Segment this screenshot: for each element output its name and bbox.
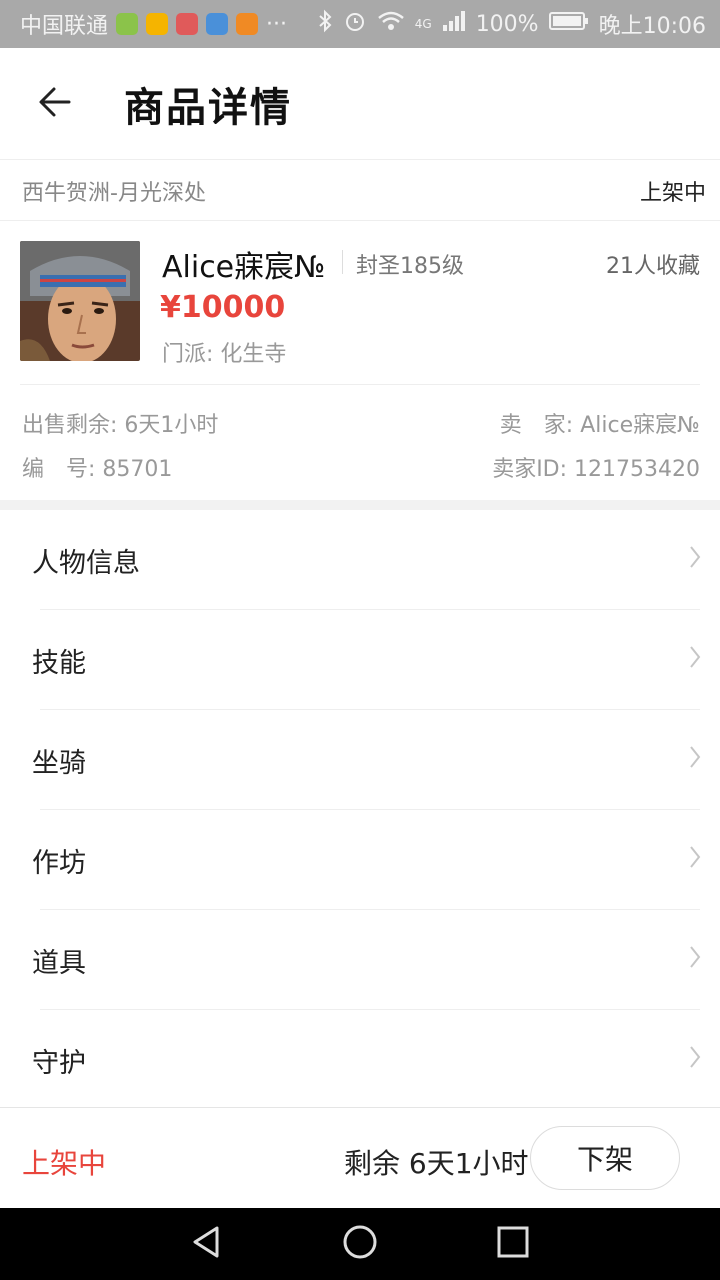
wifi-icon xyxy=(377,10,405,38)
favorites-count: 21人收藏 xyxy=(606,254,700,279)
video-app-icon xyxy=(236,13,259,35)
item-number: 编 号: 85701 xyxy=(22,457,173,482)
system-nav-bar xyxy=(0,1208,720,1280)
item-card: Alice寐宸№ 封圣185级 21人收藏 ¥10000 门派: 化生寺 xyxy=(0,222,720,384)
listing-status: 上架中 xyxy=(639,180,706,206)
bottom-listing-status: 上架中 xyxy=(22,1147,107,1180)
weibo-icon xyxy=(146,13,169,35)
character-name: Alice寐宸№ xyxy=(162,250,326,285)
chevron-right-icon xyxy=(688,743,702,778)
sect-label: 门派: 化生寺 xyxy=(162,342,287,367)
delist-button[interactable]: 下架 xyxy=(530,1126,680,1190)
menu-item-props[interactable]: 道具 xyxy=(0,910,720,1010)
app-header: 商品详情 xyxy=(0,48,720,160)
chevron-right-icon xyxy=(688,843,702,878)
network-type-label: 4G xyxy=(414,17,432,31)
chevron-right-icon xyxy=(688,643,702,678)
seller-id: 卖家ID: 121753420 xyxy=(492,457,700,482)
battery-icon xyxy=(548,11,589,37)
status-bar-left: 中国联通 ··· xyxy=(20,8,317,40)
menu-item-guardian[interactable]: 守护 xyxy=(0,1010,720,1110)
price: ¥10000 xyxy=(160,290,286,325)
battery-percent: 100% xyxy=(475,11,539,37)
menu-item-label: 守护 xyxy=(32,1047,86,1079)
menu-item-workshop[interactable]: 作坊 xyxy=(0,810,720,910)
boat-app-icon xyxy=(206,13,229,35)
circle-home-icon xyxy=(342,1224,378,1264)
clock: 晚上10:06 xyxy=(598,14,706,39)
menu-item-label: 技能 xyxy=(32,647,86,679)
server-row: 西牛贺洲-月光深处 上架中 xyxy=(0,161,720,221)
time-left: 出售剩余: 6天1小时 xyxy=(22,413,219,438)
back-button[interactable] xyxy=(0,48,110,160)
carrier-label: 中国联通 xyxy=(20,14,109,39)
square-recents-icon xyxy=(496,1225,530,1263)
section-gap xyxy=(0,500,720,510)
nav-recents-button[interactable] xyxy=(483,1214,543,1274)
chevron-right-icon xyxy=(688,543,702,578)
menu-item-label: 道具 xyxy=(32,947,86,979)
menu-item-character-info[interactable]: 人物信息 xyxy=(0,510,720,610)
page-title: 商品详情 xyxy=(124,84,292,131)
menu-item-skills[interactable]: 技能 xyxy=(0,610,720,710)
name-divider xyxy=(342,250,343,274)
remaining-time: 剩余 6天1小时 xyxy=(344,1147,529,1180)
server-name: 西牛贺洲-月光深处 xyxy=(22,180,206,206)
status-bar-right: 4G 100% 晚上10:06 xyxy=(317,8,706,40)
arrow-left-icon xyxy=(37,84,73,124)
bottom-action-bar: 上架中 剩余 6天1小时 下架 xyxy=(0,1107,720,1208)
meta-row: 出售剩余: 6天1小时 卖 家: Alice寐宸№ xyxy=(22,407,700,439)
detail-menu: 人物信息 技能 坐骑 作坊 道具 守护 xyxy=(0,510,720,1110)
triangle-back-icon xyxy=(189,1224,225,1264)
status-bar: 中国联通 ··· 4G 100% 晚上10:06 xyxy=(0,0,720,48)
meta-row: 编 号: 85701 卖家ID: 121753420 xyxy=(22,451,700,483)
nav-back-button[interactable] xyxy=(177,1214,237,1274)
nav-home-button[interactable] xyxy=(330,1214,390,1274)
menu-item-label: 坐骑 xyxy=(32,747,86,779)
green-app-icon xyxy=(116,13,139,35)
bluetooth-icon xyxy=(317,9,333,39)
signal-icon xyxy=(442,10,466,38)
menu-item-label: 人物信息 xyxy=(32,547,140,579)
shop-app-icon xyxy=(176,13,199,35)
character-avatar[interactable] xyxy=(20,241,140,361)
chevron-right-icon xyxy=(688,1043,702,1078)
menu-item-mounts[interactable]: 坐骑 xyxy=(0,710,720,810)
more-notifications-icon: ··· xyxy=(266,11,287,37)
character-level: 封圣185级 xyxy=(356,254,464,279)
chevron-right-icon xyxy=(688,943,702,978)
seller-name: 卖 家: Alice寐宸№ xyxy=(499,413,700,438)
menu-item-label: 作坊 xyxy=(32,847,86,879)
alarm-icon xyxy=(343,9,367,39)
listing-meta: 出售剩余: 6天1小时 卖 家: Alice寐宸№ 编 号: 85701 卖家I… xyxy=(0,385,720,500)
